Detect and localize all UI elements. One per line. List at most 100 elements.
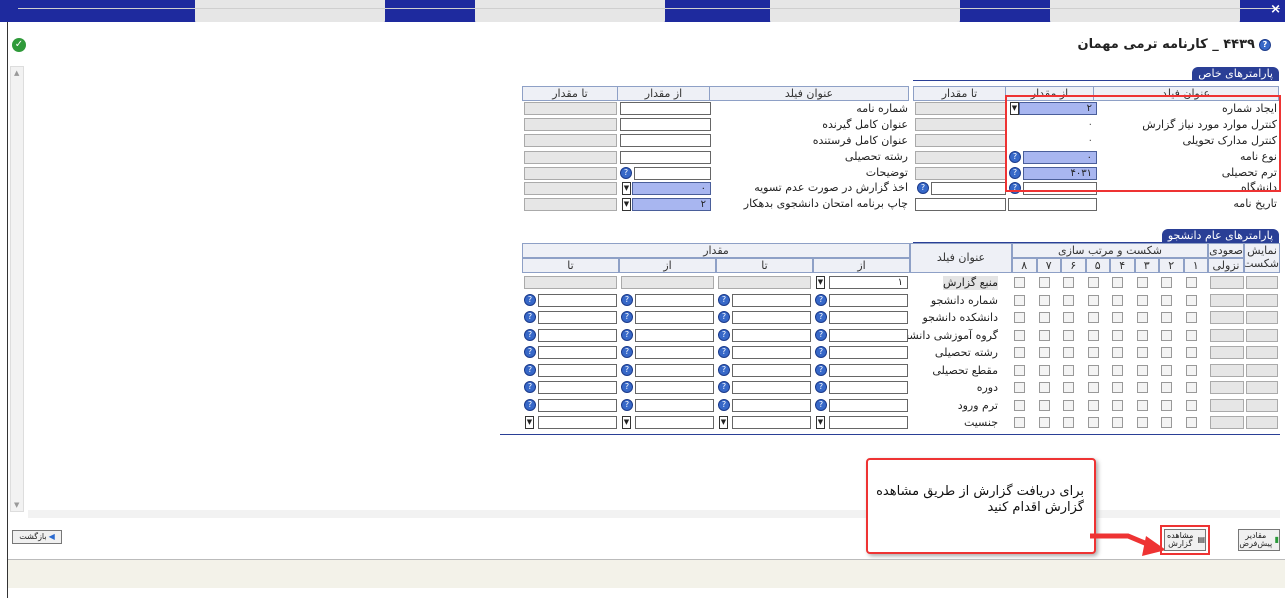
value-input[interactable] xyxy=(829,328,908,342)
description-input[interactable] xyxy=(634,167,711,180)
sort-checkbox[interactable] xyxy=(1014,277,1025,288)
lookup-icon[interactable]: ? xyxy=(524,311,536,323)
sort-checkbox[interactable] xyxy=(1185,277,1197,288)
lookup-icon[interactable]: ? xyxy=(718,311,730,323)
report-without-settlement-value[interactable]: ۰ xyxy=(632,182,711,195)
sort-checkbox[interactable] xyxy=(1014,417,1025,428)
lookup-icon[interactable]: ? xyxy=(718,346,730,358)
sort-checkbox[interactable] xyxy=(1112,329,1123,341)
value-input[interactable] xyxy=(635,363,714,377)
lookup-icon[interactable]: ? xyxy=(621,363,633,376)
lookup-icon[interactable]: ? xyxy=(524,398,536,411)
value-input[interactable] xyxy=(732,311,811,324)
sort-checkbox[interactable] xyxy=(1136,347,1148,358)
lookup-icon[interactable]: ? xyxy=(621,398,633,411)
lookup-icon[interactable]: ? xyxy=(718,293,730,306)
sort-checkbox[interactable] xyxy=(1112,364,1123,376)
value-input[interactable] xyxy=(635,346,714,359)
sort-checkbox[interactable] xyxy=(1112,417,1123,428)
value-input[interactable] xyxy=(635,416,714,429)
value-input[interactable]: ۱ xyxy=(829,276,908,289)
lookup-icon[interactable]: ? xyxy=(524,293,536,306)
sort-checkbox[interactable] xyxy=(1136,277,1148,288)
sort-checkbox[interactable] xyxy=(1038,364,1050,376)
sort-checkbox[interactable] xyxy=(1185,294,1197,306)
lookup-icon[interactable]: ? xyxy=(524,328,536,341)
value-input[interactable] xyxy=(829,416,908,429)
sort-checkbox[interactable] xyxy=(1014,364,1025,376)
lookup-icon[interactable]: ? xyxy=(815,346,827,358)
lookup-icon[interactable]: ? xyxy=(718,398,730,411)
sort-checkbox[interactable] xyxy=(1014,347,1025,358)
value-input[interactable] xyxy=(538,346,617,359)
lookup-icon[interactable]: ? xyxy=(718,363,730,376)
sort-checkbox[interactable] xyxy=(1038,347,1050,358)
sort-checkbox[interactable] xyxy=(1038,294,1050,306)
sort-checkbox[interactable] xyxy=(1063,347,1074,358)
help-icon[interactable]: ? xyxy=(1259,38,1271,51)
sort-checkbox[interactable] xyxy=(1063,277,1074,288)
value-input[interactable] xyxy=(732,346,811,359)
scroll-up-icon[interactable]: ▲ xyxy=(14,69,19,77)
lookup-icon[interactable]: ? xyxy=(621,328,633,341)
sort-checkbox[interactable] xyxy=(1161,294,1172,306)
value-input[interactable] xyxy=(538,363,617,377)
sort-checkbox[interactable] xyxy=(1038,399,1050,411)
sort-checkbox[interactable] xyxy=(1112,399,1123,411)
sort-checkbox[interactable] xyxy=(1063,399,1074,411)
sort-checkbox[interactable] xyxy=(1063,312,1074,323)
value-input[interactable] xyxy=(635,381,714,394)
value-input[interactable] xyxy=(538,311,617,324)
lookup-icon[interactable]: ? xyxy=(815,363,827,376)
dropdown-arrow-icon[interactable]: ▼ xyxy=(525,416,534,429)
sort-checkbox[interactable] xyxy=(1136,399,1148,411)
sort-checkbox[interactable] xyxy=(1136,294,1148,306)
sort-checkbox[interactable] xyxy=(1185,382,1197,393)
sort-checkbox[interactable] xyxy=(1063,382,1074,393)
value-input[interactable] xyxy=(829,346,908,359)
value-input[interactable] xyxy=(635,293,714,307)
sort-checkbox[interactable] xyxy=(1185,364,1197,376)
sort-checkbox[interactable] xyxy=(1161,364,1172,376)
dropdown-arrow-icon[interactable]: ▼ xyxy=(719,416,728,429)
value-input[interactable] xyxy=(829,293,908,307)
sort-checkbox[interactable] xyxy=(1112,382,1123,393)
sort-checkbox[interactable] xyxy=(1063,364,1074,376)
sort-checkbox[interactable] xyxy=(1136,329,1148,341)
sort-checkbox[interactable] xyxy=(1087,399,1099,411)
sort-checkbox[interactable] xyxy=(1014,312,1025,323)
sort-checkbox[interactable] xyxy=(1185,347,1197,358)
sort-checkbox[interactable] xyxy=(1087,277,1099,288)
major-input[interactable] xyxy=(620,151,711,164)
lookup-icon[interactable]: ? xyxy=(620,167,632,179)
value-input[interactable] xyxy=(732,328,811,342)
sort-checkbox[interactable] xyxy=(1136,364,1148,376)
dropdown-arrow-icon[interactable]: ▼ xyxy=(622,416,631,429)
tab-student-params[interactable]: پارامترهای عام دانشجو xyxy=(1161,229,1279,243)
sort-checkbox[interactable] xyxy=(1087,312,1099,323)
sort-checkbox[interactable] xyxy=(1185,417,1197,428)
sort-checkbox[interactable] xyxy=(1161,347,1172,358)
lookup-icon[interactable]: ? xyxy=(815,328,827,341)
sort-checkbox[interactable] xyxy=(1014,382,1025,393)
back-button[interactable]: ◀ بازگشت xyxy=(12,530,62,544)
sort-checkbox[interactable] xyxy=(1063,329,1074,341)
sort-checkbox[interactable] xyxy=(1185,329,1197,341)
scroll-down-icon[interactable]: ▼ xyxy=(14,501,19,509)
sort-checkbox[interactable] xyxy=(1112,294,1123,306)
sort-checkbox[interactable] xyxy=(1038,382,1050,393)
value-input[interactable] xyxy=(635,328,714,342)
letter-number-from-input[interactable] xyxy=(620,102,711,115)
dropdown-arrow-icon[interactable]: ▼ xyxy=(622,198,631,211)
sort-checkbox[interactable] xyxy=(1112,347,1123,358)
print-exam-schedule-value[interactable]: ۲ xyxy=(632,198,711,211)
lookup-icon[interactable]: ? xyxy=(917,182,929,194)
lookup-icon[interactable]: ? xyxy=(621,381,633,393)
sort-checkbox[interactable] xyxy=(1038,329,1050,341)
sort-checkbox[interactable] xyxy=(1161,382,1172,393)
value-input[interactable] xyxy=(538,398,617,412)
sort-checkbox[interactable] xyxy=(1161,277,1172,288)
sort-checkbox[interactable] xyxy=(1161,329,1172,341)
value-input[interactable] xyxy=(538,416,617,429)
sort-checkbox[interactable] xyxy=(1087,347,1099,358)
